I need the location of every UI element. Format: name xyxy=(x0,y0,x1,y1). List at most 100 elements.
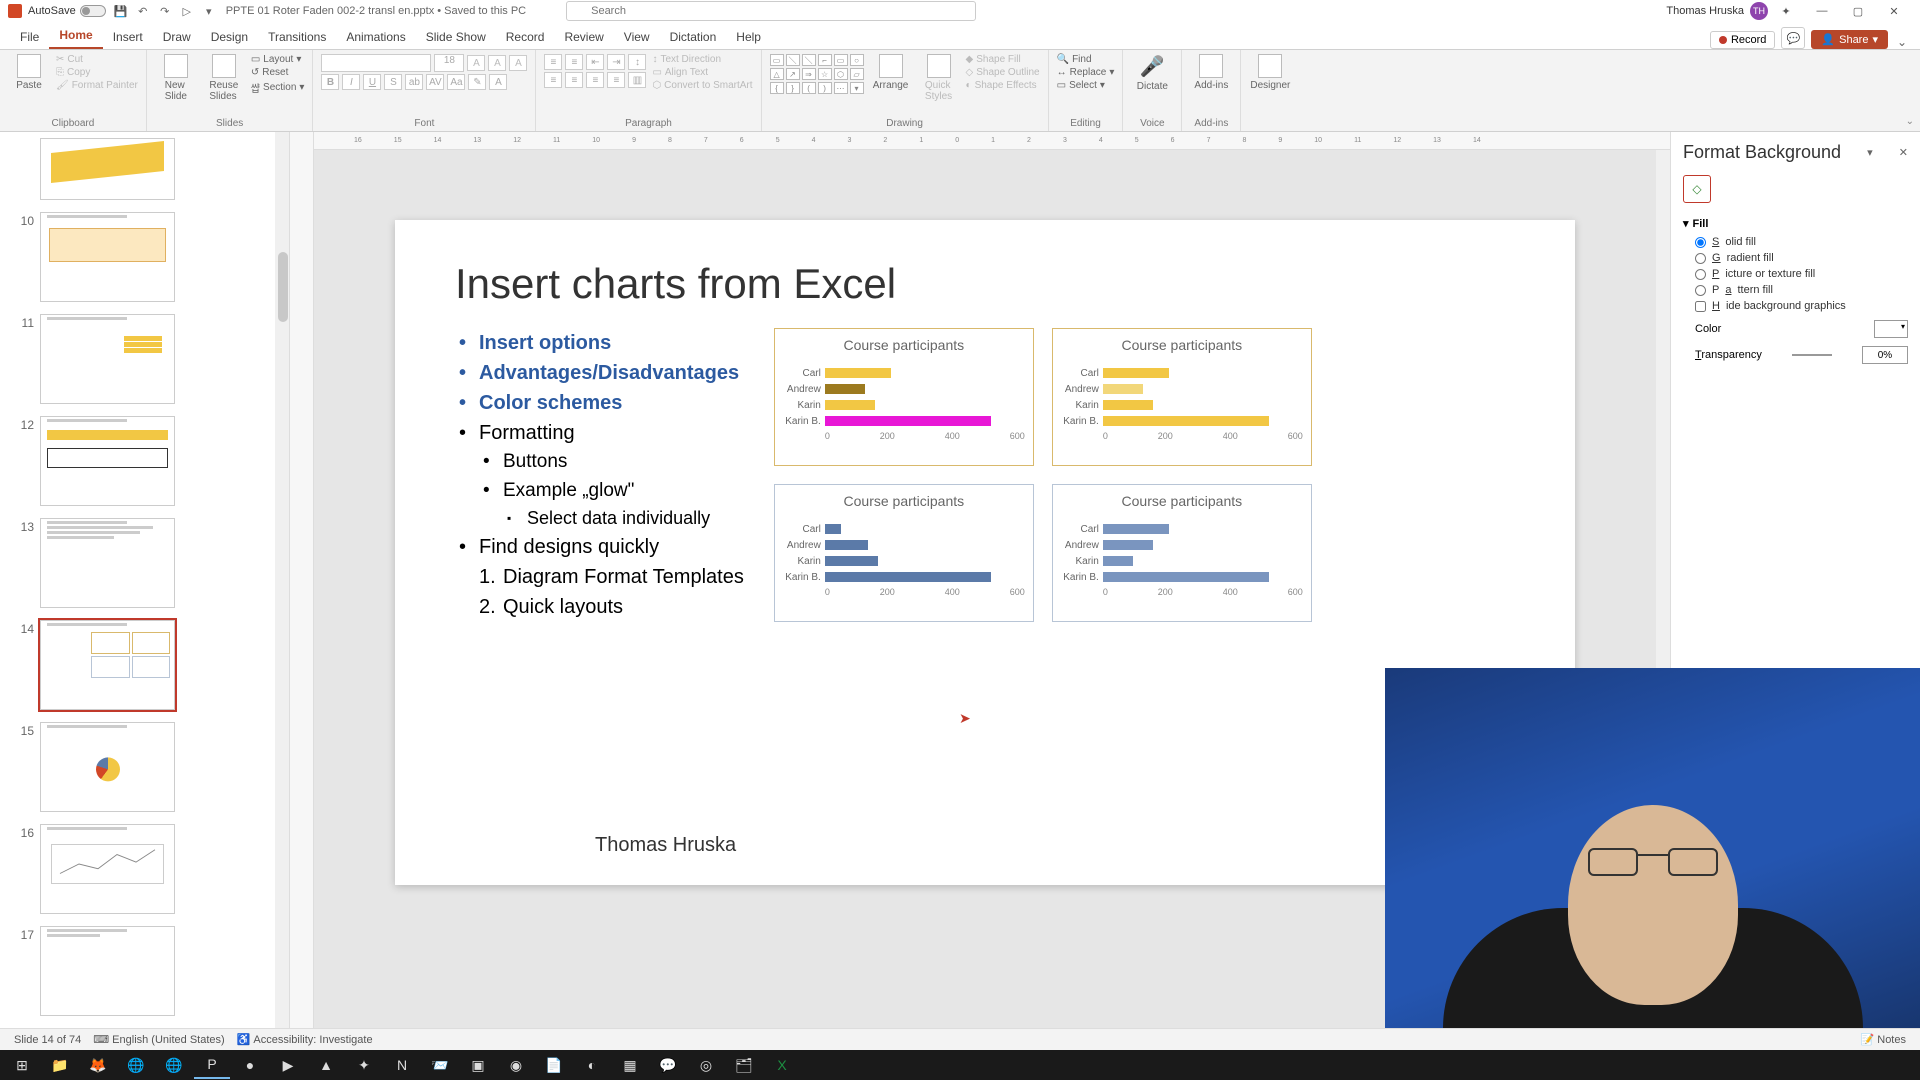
tab-record[interactable]: Record xyxy=(496,25,555,49)
shape-more-icon[interactable]: ⋯ xyxy=(834,82,848,94)
fill-tab-icon[interactable]: ◇ xyxy=(1683,175,1711,203)
align-right-button[interactable]: ≡ xyxy=(586,72,604,88)
minimize-icon[interactable]: — xyxy=(1804,1,1840,21)
shape-rect2-icon[interactable]: ▭ xyxy=(834,54,848,66)
bullets-button[interactable]: ≡ xyxy=(544,54,562,70)
tab-help[interactable]: Help xyxy=(726,25,771,49)
thumb-slide-16[interactable] xyxy=(40,824,175,914)
whatsapp-icon[interactable]: 💬 xyxy=(650,1051,686,1079)
autosave-toggle[interactable]: AutoSave xyxy=(28,5,106,17)
app-icon-9[interactable]: 🗂 xyxy=(726,1051,762,1079)
shape-rect-icon[interactable]: ▭ xyxy=(770,54,784,66)
shape-line2-icon[interactable]: ＼ xyxy=(802,54,816,66)
tab-design[interactable]: Design xyxy=(201,25,258,49)
coming-soon-icon[interactable]: ✦ xyxy=(1768,1,1804,21)
chrome-icon[interactable]: 🌐 xyxy=(118,1051,154,1079)
arrange-button[interactable]: Arrange xyxy=(870,54,912,91)
chart-2[interactable]: Course participantsCarlAndrewKarinKarin … xyxy=(1052,328,1312,466)
tab-animations[interactable]: Animations xyxy=(336,25,415,49)
notepad-icon[interactable]: 📄 xyxy=(536,1051,572,1079)
app-icon-6[interactable]: ◐ xyxy=(574,1051,610,1079)
justify-button[interactable]: ≡ xyxy=(607,72,625,88)
maximize-icon[interactable]: ▢ xyxy=(1840,1,1876,21)
tab-home[interactable]: Home xyxy=(49,23,102,49)
picture-fill-radio[interactable]: Picture or texture fill xyxy=(1683,268,1908,280)
thumb-slide-14[interactable] xyxy=(40,620,175,710)
vlc-icon[interactable]: ▶ xyxy=(270,1051,306,1079)
explorer-icon[interactable]: 📁 xyxy=(42,1051,78,1079)
ribbon-options-icon[interactable]: ⌄ xyxy=(1894,35,1910,49)
shape-oval-icon[interactable]: ○ xyxy=(850,54,864,66)
format-painter-button[interactable]: 🖌 Format Painter xyxy=(56,80,138,91)
firefox-icon[interactable]: 🦊 xyxy=(80,1051,116,1079)
reuse-slides-button[interactable]: Reuse Slides xyxy=(203,54,245,102)
slide-thumbnails-panel[interactable]: 10 11 12 13 14 15 16 17 18 xyxy=(0,132,290,1028)
font-name-input[interactable] xyxy=(321,54,431,72)
start-button[interactable]: ⊞ xyxy=(4,1051,40,1079)
color-picker-button[interactable] xyxy=(1874,320,1908,338)
select-button[interactable]: ▭ Select ▾ xyxy=(1057,80,1115,91)
bold-button[interactable]: B xyxy=(321,74,339,90)
slide-bullets[interactable]: Insert options Advantages/Disadvantages … xyxy=(455,328,744,622)
shape-brace-icon[interactable]: { xyxy=(770,82,784,94)
tab-slideshow[interactable]: Slide Show xyxy=(416,25,496,49)
thumb-slide-15[interactable] xyxy=(40,722,175,812)
align-text-button[interactable]: ▭ Align Text xyxy=(652,67,752,78)
align-center-button[interactable]: ≡ xyxy=(565,72,583,88)
shape-effects-button[interactable]: ◐ Shape Effects xyxy=(966,80,1040,91)
shadow-button[interactable]: ab xyxy=(405,74,423,90)
shape-outline-button[interactable]: ◇ Shape Outline xyxy=(966,67,1040,78)
scrollbar-handle[interactable] xyxy=(278,252,288,322)
gradient-fill-radio[interactable]: Gradient fill xyxy=(1683,252,1908,264)
shape-hex-icon[interactable]: ⬡ xyxy=(834,68,848,80)
excel-icon[interactable]: X xyxy=(764,1051,800,1079)
thumb-slide-12[interactable] xyxy=(40,416,175,506)
qat-more-icon[interactable]: ▾ xyxy=(202,4,216,18)
chart-3[interactable]: Course participantsCarlAndrewKarinKarin … xyxy=(774,484,1034,622)
shapes-gallery[interactable]: ▭＼＼⌐▭○ △↗⇒☆⬡▱ {}()⋯▾ xyxy=(770,54,864,94)
quick-styles-button[interactable]: Quick Styles xyxy=(918,54,960,102)
char-spacing-button[interactable]: AV xyxy=(426,74,444,90)
replace-button[interactable]: ↔ Replace ▾ xyxy=(1057,67,1115,78)
shape-arrow2-icon[interactable]: ⇒ xyxy=(802,68,816,80)
underline-button[interactable]: U xyxy=(363,74,381,90)
align-left-button[interactable]: ≡ xyxy=(544,72,562,88)
italic-button[interactable]: I xyxy=(342,74,360,90)
shape-paren2-icon[interactable]: ) xyxy=(818,82,832,94)
new-slide-button[interactable]: New Slide xyxy=(155,54,197,102)
app-icon-4[interactable]: 📨 xyxy=(422,1051,458,1079)
app-icon-8[interactable]: ◎ xyxy=(688,1051,724,1079)
shape-connector-icon[interactable]: ⌐ xyxy=(818,54,832,66)
app-icon-7[interactable]: ▦ xyxy=(612,1051,648,1079)
font-size-input[interactable]: 18 xyxy=(434,54,464,72)
shape-brace2-icon[interactable]: } xyxy=(786,82,800,94)
layout-button[interactable]: ▭ Layout ▾ xyxy=(251,54,305,65)
search-box[interactable]: 🔍 xyxy=(566,1,976,21)
app-icon-5[interactable]: ▣ xyxy=(460,1051,496,1079)
app-icon-1[interactable]: ● xyxy=(232,1051,268,1079)
slide-title[interactable]: Insert charts from Excel xyxy=(455,260,1515,308)
edge-icon[interactable]: 🌐 xyxy=(156,1051,192,1079)
designer-button[interactable]: Designer xyxy=(1249,54,1291,91)
record-button[interactable]: Record xyxy=(1710,31,1775,49)
onenote-icon[interactable]: N xyxy=(384,1051,420,1079)
redo-icon[interactable]: ↷ xyxy=(158,4,172,18)
shape-fill-button[interactable]: ◆ Shape Fill xyxy=(966,54,1040,65)
save-icon[interactable]: 💾 xyxy=(114,4,128,18)
thumbnails-scrollbar[interactable] xyxy=(275,132,289,1028)
solid-fill-radio[interactable]: Solid fill xyxy=(1683,236,1908,248)
shape-star-icon[interactable]: ☆ xyxy=(818,68,832,80)
comments-button[interactable]: 💬 xyxy=(1781,27,1805,49)
tab-dictation[interactable]: Dictation xyxy=(660,25,727,49)
section-button[interactable]: 썁 Section ▾ xyxy=(251,80,305,95)
increase-indent-button[interactable]: ⇥ xyxy=(607,54,625,70)
app-icon-3[interactable]: ✦ xyxy=(346,1051,382,1079)
numbering-button[interactable]: ≡ xyxy=(565,54,583,70)
convert-smartart-button[interactable]: ⬡ Convert to SmartArt xyxy=(652,80,752,91)
slide-counter[interactable]: Slide 14 of 74 xyxy=(8,1034,87,1046)
transparency-input[interactable] xyxy=(1862,346,1908,364)
pane-options-icon[interactable]: ▾ xyxy=(1867,146,1873,159)
undo-icon[interactable]: ↶ xyxy=(136,4,150,18)
hide-bg-checkbox[interactable]: Hide background graphics xyxy=(1683,300,1908,312)
language-status[interactable]: ⌨ English (United States) xyxy=(87,1033,230,1046)
